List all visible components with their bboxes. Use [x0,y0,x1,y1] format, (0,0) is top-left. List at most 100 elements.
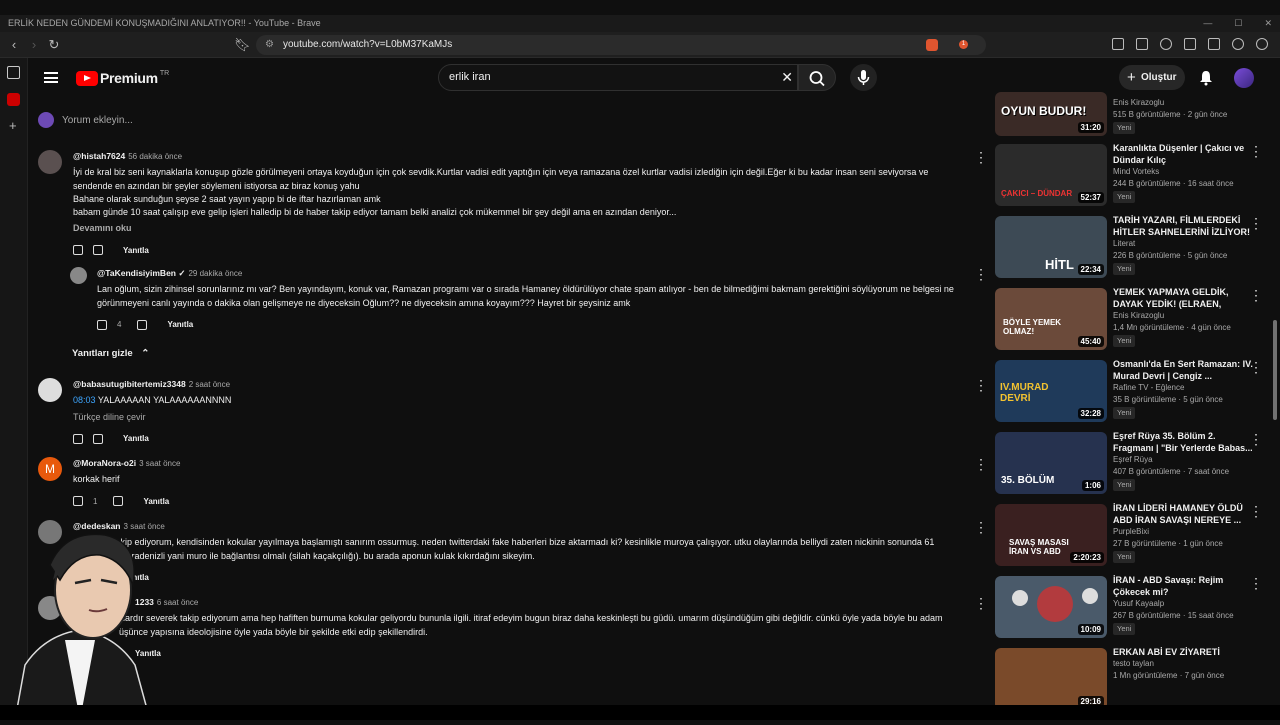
site-info-icon[interactable]: ⚙︎ [265,35,274,55]
more-options-icon[interactable]: ⋮ [974,596,988,610]
comment-author[interactable]: @MoraNora-o2i [73,458,136,468]
account-avatar[interactable] [1234,68,1254,88]
channel-name[interactable]: Eşref Rüya [1113,454,1253,466]
video-thumbnail[interactable]: IV.MURAD DEVRİ 32:28 [995,360,1107,422]
video-title[interactable]: Eşref Rüya 35. Bölüm 2. Fragmanı | "Bir … [1113,430,1253,454]
related-video-item[interactable]: HİTL 22:34 TARİH YAZARI, FİLMLERDEKİ HİT… [995,214,1265,282]
video-thumbnail[interactable]: OYUN BUDUR! 31:20 [995,92,1107,136]
hide-replies-button[interactable]: Yanıtları gizle ⌃ [72,348,149,359]
video-title[interactable]: YEMEK YAPMAYA GELDİK, DAYAK YEDİK! (ELRA… [1113,286,1253,310]
more-options-icon[interactable]: ⋮ [1249,288,1263,302]
search-button[interactable] [798,64,836,91]
related-video-item[interactable]: ÇAKICI – DÜNDAR 52:37 Karanlıkta Düşenle… [995,142,1265,210]
reply-button[interactable]: Yanıtla [167,318,193,331]
comment-time[interactable]: 56 dakika önce [128,152,182,161]
dislike-icon[interactable] [113,496,124,507]
commenter-avatar[interactable] [38,150,62,174]
comment-time[interactable]: 3 saat önce [139,459,180,468]
video-thumbnail[interactable]: 10:09 [995,576,1107,638]
channel-name[interactable]: Enis Kirazoglu [1113,97,1253,109]
more-options-icon[interactable]: ⋮ [1249,504,1263,518]
channel-name[interactable]: Rafine TV - Eğlence [1113,382,1253,394]
add-comment-field[interactable]: Yorum ekleyin... [38,112,133,128]
add-icon[interactable]: + [9,118,17,133]
video-thumbnail[interactable]: 35. BÖLÜM 1:06 [995,432,1107,494]
video-thumbnail[interactable]: ÇAKICI – DÜNDAR 52:37 [995,144,1107,206]
related-video-item[interactable]: SAVAŞ MASASI İRAN VS ABD 2:20:23 İRAN Lİ… [995,502,1265,570]
like-icon[interactable] [73,245,83,256]
vpn-icon[interactable] [1256,38,1268,50]
video-title[interactable]: İRAN - ABD Savaşı: Rejim Çökecek mi? [1113,574,1253,598]
replier-avatar[interactable] [70,267,87,284]
like-icon[interactable] [97,319,107,330]
youtube-tab-icon[interactable] [7,93,20,106]
save-icon[interactable] [1136,38,1148,50]
page-scrollbar[interactable] [1273,320,1277,420]
notifications-bell-icon[interactable] [1199,70,1213,89]
back-icon[interactable]: ‹ [6,37,22,53]
video-title[interactable]: Karanlıkta Düşenler | Çakıcı ve Dündar K… [1113,142,1253,166]
reply-button[interactable]: Yanıtla [123,432,149,445]
more-options-icon[interactable]: ⋮ [1249,360,1263,374]
like-icon[interactable] [73,496,83,507]
related-video-item[interactable]: 35. BÖLÜM 1:06 Eşref Rüya 35. Bölüm 2. F… [995,430,1265,498]
dislike-icon[interactable] [137,319,148,330]
more-options-icon[interactable]: ⋮ [974,520,988,534]
more-options-icon[interactable]: ⋮ [1249,216,1263,230]
video-timestamp-link[interactable]: 08:03 [73,395,96,405]
comment-author[interactable]: @histah7624 [73,151,125,161]
sidebar-toggle-icon[interactable] [1184,38,1196,50]
video-title[interactable]: TARİH YAZARI, FİLMLERDEKİ HİTLER SAHNELE… [1113,214,1253,238]
dislike-icon[interactable] [93,245,103,256]
leo-icon[interactable] [1232,38,1244,50]
video-thumbnail[interactable]: 29:16 [995,648,1107,710]
video-thumbnail[interactable]: HİTL 22:34 [995,216,1107,278]
bookmark-icon[interactable]: 🔖︎ [234,37,251,53]
minimize-icon[interactable]: — [1203,15,1212,32]
channel-name[interactable]: Enis Kirazoglu [1113,310,1253,322]
search-input[interactable]: erlik iran ✕ [438,64,798,91]
reply-button[interactable]: Yanıtla [143,495,169,508]
channel-name[interactable]: Yusuf Kayaalp [1113,598,1253,610]
more-options-icon[interactable]: ⋮ [1249,144,1263,158]
reply-author[interactable]: @TaKendisiyimBen ✓ [97,268,185,278]
dislike-icon[interactable] [93,433,103,444]
comment-time[interactable]: 2 saat önce [189,380,230,389]
extension-icon[interactable] [1112,38,1124,50]
reply-button[interactable]: Yanıtla [123,244,149,257]
related-video-item[interactable]: 29:16 ERKAN ABİ EV ZİYARETİ testo taylan… [995,646,1265,714]
related-video-item[interactable]: BÖYLE YEMEK OLMAZ! 45:40 YEMEK YAPMAYA G… [995,286,1265,354]
reload-icon[interactable]: ↻ [46,37,62,53]
more-options-icon[interactable]: ⋮ [1249,576,1263,590]
channel-name[interactable]: PurpleBixi [1113,526,1253,538]
channel-name[interactable]: Literat [1113,238,1253,250]
voice-search-button[interactable] [850,64,877,91]
create-button[interactable]: + Oluştur [1119,65,1185,90]
video-thumbnail[interactable]: SAVAŞ MASASI İRAN VS ABD 2:20:23 [995,504,1107,566]
youtube-logo[interactable]: Premium TR [76,69,169,87]
clear-search-icon[interactable]: ✕ [781,65,793,90]
more-options-icon[interactable]: ⋮ [974,150,988,164]
more-options-icon[interactable]: ⋮ [974,457,988,471]
address-bar[interactable]: ⚙︎ youtube.com/watch?v=L0bM37KaMJs 1 [256,35,986,55]
maximize-icon[interactable]: ☐ [1234,15,1242,32]
related-video-item[interactable]: 10:09 İRAN - ABD Savaşı: Rejim Çökecek m… [995,574,1265,642]
read-more-link[interactable]: Devamını oku [73,222,963,235]
wallet-icon[interactable] [1208,38,1220,50]
brave-rewards-badge[interactable]: 1 [959,40,968,49]
commenter-avatar[interactable]: M [38,457,62,481]
reply-time[interactable]: 29 dakika önce [188,269,242,278]
forward-icon[interactable]: › [26,37,42,53]
related-video-item[interactable]: IV.MURAD DEVRİ 32:28 Osmanlı'da En Sert … [995,358,1265,426]
commenter-avatar[interactable] [38,378,62,402]
more-options-icon[interactable]: ⋮ [974,378,988,392]
close-window-icon[interactable]: ✕ [1264,15,1272,32]
translate-link[interactable]: Türkçe diline çevir [73,411,963,424]
hamburger-menu-icon[interactable] [44,72,58,83]
more-options-icon[interactable]: ⋮ [1249,432,1263,446]
channel-name[interactable]: Mind Vorteks [1113,166,1253,178]
comment-author[interactable]: @babasutugibitertemiz3348 [73,379,186,389]
more-options-icon[interactable]: ⋮ [974,267,988,281]
music-icon[interactable] [1160,38,1172,50]
video-thumbnail[interactable]: BÖYLE YEMEK OLMAZ! 45:40 [995,288,1107,350]
